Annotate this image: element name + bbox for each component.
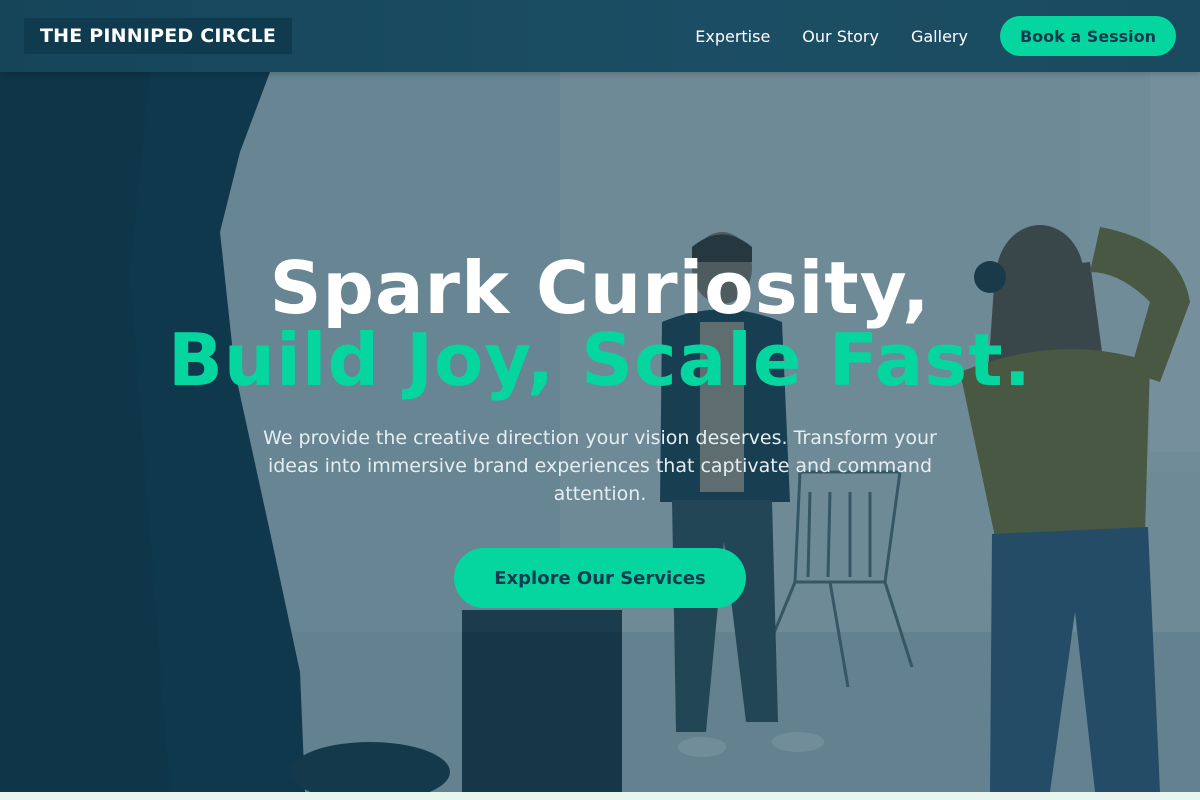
- hero-section: Spark Curiosity, Build Joy, Scale Fast. …: [0, 72, 1200, 792]
- site-header: THE PINNIPED CIRCLE Expertise Our Story …: [0, 0, 1200, 72]
- explore-services-button[interactable]: Explore Our Services: [454, 548, 746, 608]
- nav-link-our-story[interactable]: Our Story: [802, 27, 879, 46]
- hero-subtitle: We provide the creative direction your v…: [263, 427, 937, 505]
- main-nav: Expertise Our Story Gallery Book a Sessi…: [695, 16, 1176, 56]
- section-divider: [0, 792, 1200, 800]
- nav-link-gallery[interactable]: Gallery: [911, 27, 968, 46]
- headline-line-1: Spark Curiosity,: [269, 246, 931, 330]
- hero-content: Spark Curiosity, Build Joy, Scale Fast. …: [0, 72, 1200, 792]
- nav-link-expertise[interactable]: Expertise: [695, 27, 770, 46]
- book-session-button[interactable]: Book a Session: [999, 16, 1176, 56]
- hero-headline: Spark Curiosity, Build Joy, Scale Fast.: [0, 252, 1200, 396]
- brand-logo[interactable]: THE PINNIPED CIRCLE: [24, 18, 293, 54]
- headline-line-2: Build Joy, Scale Fast.: [168, 318, 1032, 402]
